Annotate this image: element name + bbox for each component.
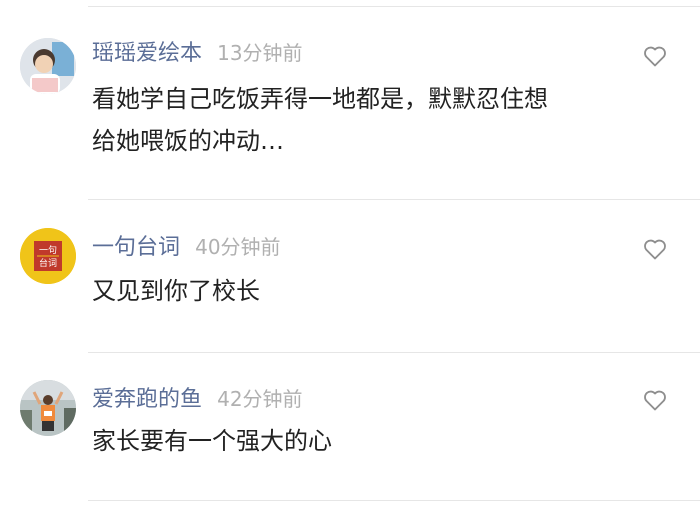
svg-text:台词: 台词 [39,257,57,269]
comment-text: 看她学自己吃饭弄得一地都是，默默忍住想 给她喂饭的冲动… [92,85,548,155]
divider [88,500,700,501]
comment-header: 爱奔跑的鱼 42分钟前 [92,384,303,414]
timestamp: 42分钟前 [217,387,303,411]
svg-text:一句: 一句 [39,244,57,256]
timestamp: 40分钟前 [195,235,281,259]
comment-header: 瑶瑶爱绘本 13分钟前 [92,38,303,68]
heart-outline-icon[interactable] [643,389,667,411]
username[interactable]: 爱奔跑的鱼 [92,387,202,412]
heart-outline-icon[interactable] [643,45,667,67]
child-photo-icon [20,38,76,94]
comment-text: 又见到你了校长 [92,277,260,305]
divider [88,6,700,7]
username[interactable]: 一句台词 [92,235,180,260]
timestamp: 13分钟前 [217,41,303,65]
comment-text: 家长要有一个强大的心 [92,427,332,455]
avatar[interactable]: 一句 台词 [20,228,76,284]
comment-header: 一句台词 40分钟前 [92,232,281,262]
logo-badge-icon: 一句 台词 [20,228,76,284]
divider [88,352,700,353]
avatar[interactable] [20,38,76,94]
username[interactable]: 瑶瑶爱绘本 [92,41,202,66]
heart-outline-icon[interactable] [643,238,667,260]
divider [88,199,700,200]
avatar[interactable] [20,380,76,436]
runner-photo-icon [20,380,76,436]
